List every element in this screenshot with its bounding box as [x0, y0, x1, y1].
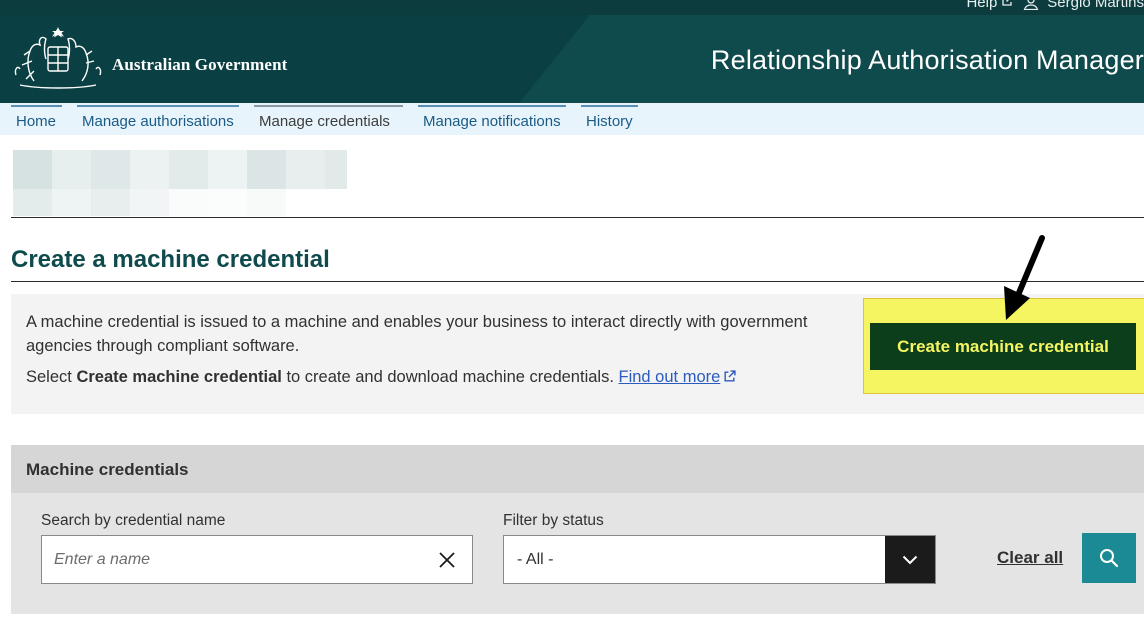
redacted-business-name — [13, 150, 347, 189]
site-header: Australian Government Relationship Autho… — [0, 15, 1144, 103]
help-label: Help — [966, 0, 998, 11]
external-link-icon — [724, 370, 736, 382]
find-out-more-link[interactable]: Find out more — [619, 368, 737, 386]
info-instruction-suffix: to create and download machine credentia… — [281, 368, 619, 386]
app-title: Relationship Authorisation Manager — [710, 45, 1144, 75]
search-icon — [1100, 549, 1119, 568]
info-instruction: Select Create machine credential to crea… — [26, 368, 736, 387]
arrow-icon — [1004, 235, 1045, 320]
search-button[interactable] — [1082, 533, 1136, 583]
select-toggle[interactable] — [885, 536, 935, 583]
nav-tab-manage-credentials[interactable]: Manage credentials — [254, 105, 403, 133]
title-divider — [11, 281, 1144, 282]
nav-tab-manage-authorisations[interactable]: Manage authorisations — [77, 105, 239, 133]
external-link-icon — [1002, 0, 1013, 6]
status-filter-value: - All - — [517, 551, 554, 568]
redacted-business-detail — [13, 189, 286, 216]
nav-tab-manage-notifications[interactable]: Manage notifications — [418, 105, 566, 133]
filter-label: Filter by status — [503, 512, 604, 529]
help-link[interactable]: Help — [966, 0, 1013, 11]
status-filter-select[interactable]: - All - — [503, 535, 936, 584]
government-name: Australian Government — [112, 55, 288, 74]
credentials-panel-title: Machine credentials — [26, 460, 189, 479]
info-description: A machine credential is issued to a mach… — [26, 313, 808, 355]
search-label: Search by credential name — [41, 512, 226, 529]
find-out-more-label: Find out more — [618, 368, 721, 386]
clear-all-link[interactable]: Clear all — [997, 548, 1063, 568]
user-icon — [1023, 0, 1039, 10]
user-menu[interactable]: Sergio Martins — [1023, 0, 1144, 11]
chevron-down-icon — [902, 555, 918, 564]
create-machine-credential-button[interactable]: Create machine credential — [870, 323, 1136, 370]
info-instruction-bold: Create machine credential — [76, 368, 282, 386]
page-title: Create a machine credential — [11, 246, 330, 273]
info-instruction-prefix: Select — [26, 368, 77, 386]
user-name: Sergio Martins — [1047, 0, 1144, 11]
nav-tab-home[interactable]: Home — [11, 105, 62, 133]
close-icon[interactable] — [437, 550, 457, 570]
nav-tab-history[interactable]: History — [581, 105, 638, 133]
main-nav: Home Manage authorisations Manage creden… — [0, 103, 1144, 135]
coat-of-arms-logo[interactable] — [10, 25, 106, 93]
credentials-panel-header: Machine credentials — [11, 445, 1144, 493]
utility-bar: Help Sergio Martins — [0, 0, 1144, 15]
divider — [11, 217, 1144, 218]
utility-links: Help Sergio Martins — [966, 0, 1144, 11]
search-input[interactable] — [41, 535, 473, 584]
